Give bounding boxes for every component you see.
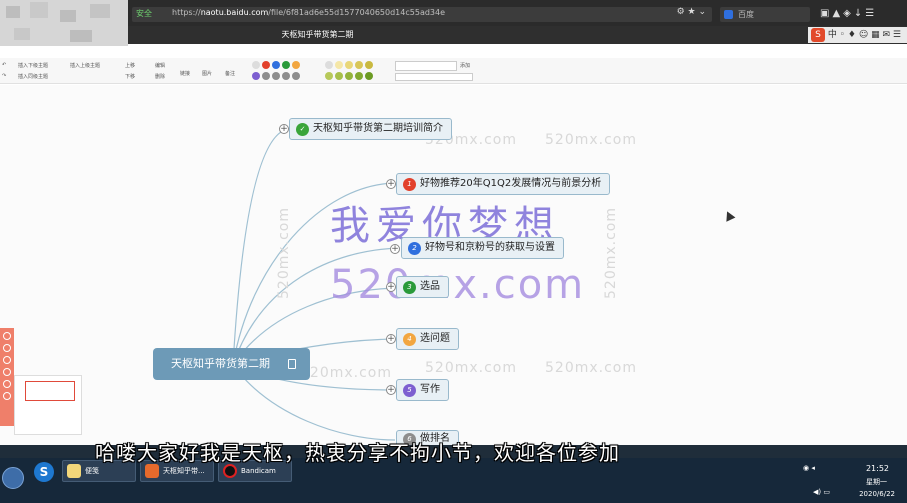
url-scheme: https:// (172, 8, 201, 17)
note-button[interactable]: 备注 (225, 70, 235, 77)
move-down-button[interactable]: 下移 (125, 73, 135, 80)
move-icon[interactable] (3, 368, 11, 376)
zoom-sidebar[interactable] (0, 328, 14, 426)
check-icon: ✓ (296, 122, 309, 136)
delete-button[interactable]: 删除 (155, 73, 165, 80)
node-label: 选品 (420, 281, 440, 292)
url-text: https://naotu.baidu.com/file/6f81ad6e55d… (172, 8, 445, 17)
insert-child-button[interactable]: 插入下级主题 (18, 62, 48, 69)
system-tray: ◉ ◂ ◀) ▭ 21:52 星期一 2020/6/22 (797, 458, 907, 503)
sogou-browser-icon[interactable]: S (34, 462, 54, 482)
node-label: 好物号和京粉号的获取与设置 (425, 242, 555, 253)
blurred-region (0, 0, 128, 46)
priority-3-icon: 3 (403, 280, 416, 294)
browser-toolbar: 安全 https://naotu.baidu.com/file/6f81ad6e… (0, 0, 907, 26)
locate-icon[interactable] (3, 380, 11, 388)
tag-dropdown[interactable] (395, 73, 473, 81)
insert-sibling-button[interactable]: 插入同级主题 (18, 73, 48, 80)
clock-weekday: 星期一 (866, 478, 887, 486)
priority-palette[interactable] (252, 61, 302, 69)
url-path: /file/6f81ad6e55d1577040650d14c55ad34e (268, 8, 446, 17)
watermark-vertical-2: 520mx.com (603, 207, 619, 299)
sogou-ime-icon: S (811, 28, 825, 42)
mindmap-node-1[interactable]: ✓ 天枢知乎带货第二期培训简介 (289, 118, 452, 140)
notes-icon (67, 464, 81, 478)
priority-4-icon: 4 (403, 332, 416, 346)
progress-palette-row2[interactable] (325, 72, 375, 80)
ime-bar[interactable]: S 中 ◦ ♦ ☺ ▦ ✉ ☰ (808, 27, 907, 43)
mindmap-root-node[interactable]: 天枢知乎带货第二期 (153, 348, 310, 380)
insert-parent-button[interactable]: 插入上级主题 (70, 62, 100, 69)
priority-1-icon: 1 (403, 177, 416, 191)
start-button-icon[interactable] (2, 467, 24, 489)
expand-toggle-2[interactable]: + (386, 179, 396, 189)
node-label: 选问题 (420, 333, 450, 344)
ime-mode: 中 (827, 30, 837, 40)
screen: 安全 https://naotu.baidu.com/file/6f81ad6e… (0, 0, 907, 503)
node-label: 天枢知乎带货第二期培训简介 (313, 123, 443, 134)
priority-2-icon: 2 (408, 241, 421, 255)
priority-palette-row2[interactable] (252, 72, 302, 80)
mindmap-toolbar: ↶ ↷ 插入下级主题 插入上级主题 插入同级主题 上移 下移 编辑 删除 链接 … (0, 58, 907, 84)
node-label: 好物推荐20年Q1Q2发展情况与前景分析 (420, 178, 602, 189)
browser-icon (145, 464, 159, 478)
bandicam-icon (223, 464, 237, 478)
secure-badge: 安全 (136, 9, 152, 18)
redo-icon[interactable]: ↷ (2, 73, 6, 79)
expand-toggle-4[interactable]: + (386, 282, 396, 292)
watermark-small-4: 520mx.com (300, 365, 392, 381)
mindmap-node-5[interactable]: 4 选问题 (396, 328, 459, 350)
watermark-small-3: 520mx.com (545, 132, 637, 148)
tag-input[interactable] (395, 61, 457, 71)
minimap-viewport[interactable] (25, 381, 75, 401)
search-box[interactable]: 百度 (720, 7, 810, 22)
note-icon[interactable] (288, 359, 296, 369)
zoom-out-icon[interactable] (3, 356, 11, 364)
page-tab-title: 天枢知乎带货第二期 (128, 26, 907, 44)
tab-title-text: 天枢知乎带货第二期 (281, 30, 354, 39)
watermark-small-6: 520mx.com (545, 360, 637, 376)
move-up-button[interactable]: 上移 (125, 62, 135, 69)
expand-toggle-6[interactable]: + (386, 385, 396, 395)
star-icon[interactable]: ⚙ ★ ⌄ (677, 7, 706, 17)
watermark-vertical-1: 520mx.com (276, 207, 292, 299)
zoom-slider-icon[interactable] (3, 344, 11, 352)
clock-date: 2020/6/22 (859, 490, 895, 498)
baidu-icon (724, 10, 733, 19)
add-tag-button[interactable]: 添加 (460, 62, 470, 69)
expand-toggle-5[interactable]: + (386, 334, 396, 344)
node-label: 写作 (420, 384, 440, 395)
mindmap-node-4[interactable]: 3 选品 (396, 276, 449, 298)
link-button[interactable]: 链接 (180, 70, 190, 77)
minimap[interactable] (14, 375, 82, 435)
expand-toggle-1[interactable]: + (279, 124, 289, 134)
edit-button[interactable]: 编辑 (155, 62, 165, 69)
mindmap-node-2[interactable]: 1 好物推荐20年Q1Q2发展情况与前景分析 (396, 173, 611, 195)
root-label: 天枢知乎带货第二期 (171, 357, 270, 370)
extension-icons[interactable]: ▣▲◈↓☰ (820, 8, 877, 19)
progress-palette[interactable] (325, 61, 375, 69)
watermark-small-5: 520mx.com (425, 360, 517, 376)
url-host: naotu.baidu.com (200, 8, 269, 17)
taskbar-label: 天枢知乎带... (163, 467, 205, 475)
zoom-in-icon[interactable] (3, 332, 11, 340)
undo-icon[interactable]: ↶ (2, 62, 6, 68)
mindmap-node-6[interactable]: 5 写作 (396, 379, 449, 401)
mindmap-node-3[interactable]: 2 好物号和京粉号的获取与设置 (401, 237, 564, 259)
watermark-big-english: 520mx.com (330, 262, 586, 308)
record-icon[interactable]: ◉ ◂ (803, 464, 815, 472)
clock-time[interactable]: 21:52 (866, 464, 889, 473)
priority-5-icon: 5 (403, 383, 416, 397)
taskbar-label: Bandicam (241, 467, 276, 475)
volume-icon[interactable]: ◀) ▭ (813, 488, 830, 496)
address-bar[interactable]: 安全 https://naotu.baidu.com/file/6f81ad6e… (132, 7, 712, 22)
expand-toggle-3[interactable]: + (390, 244, 400, 254)
taskbar-label: 便笺 (85, 467, 99, 475)
image-button[interactable]: 图片 (202, 70, 212, 77)
video-subtitle: 哈喽大家好我是天枢，热衷分享不拘小节，欢迎各位参加 (95, 441, 620, 465)
eye-icon[interactable] (3, 392, 11, 400)
search-engine-label: 百度 (738, 10, 754, 19)
